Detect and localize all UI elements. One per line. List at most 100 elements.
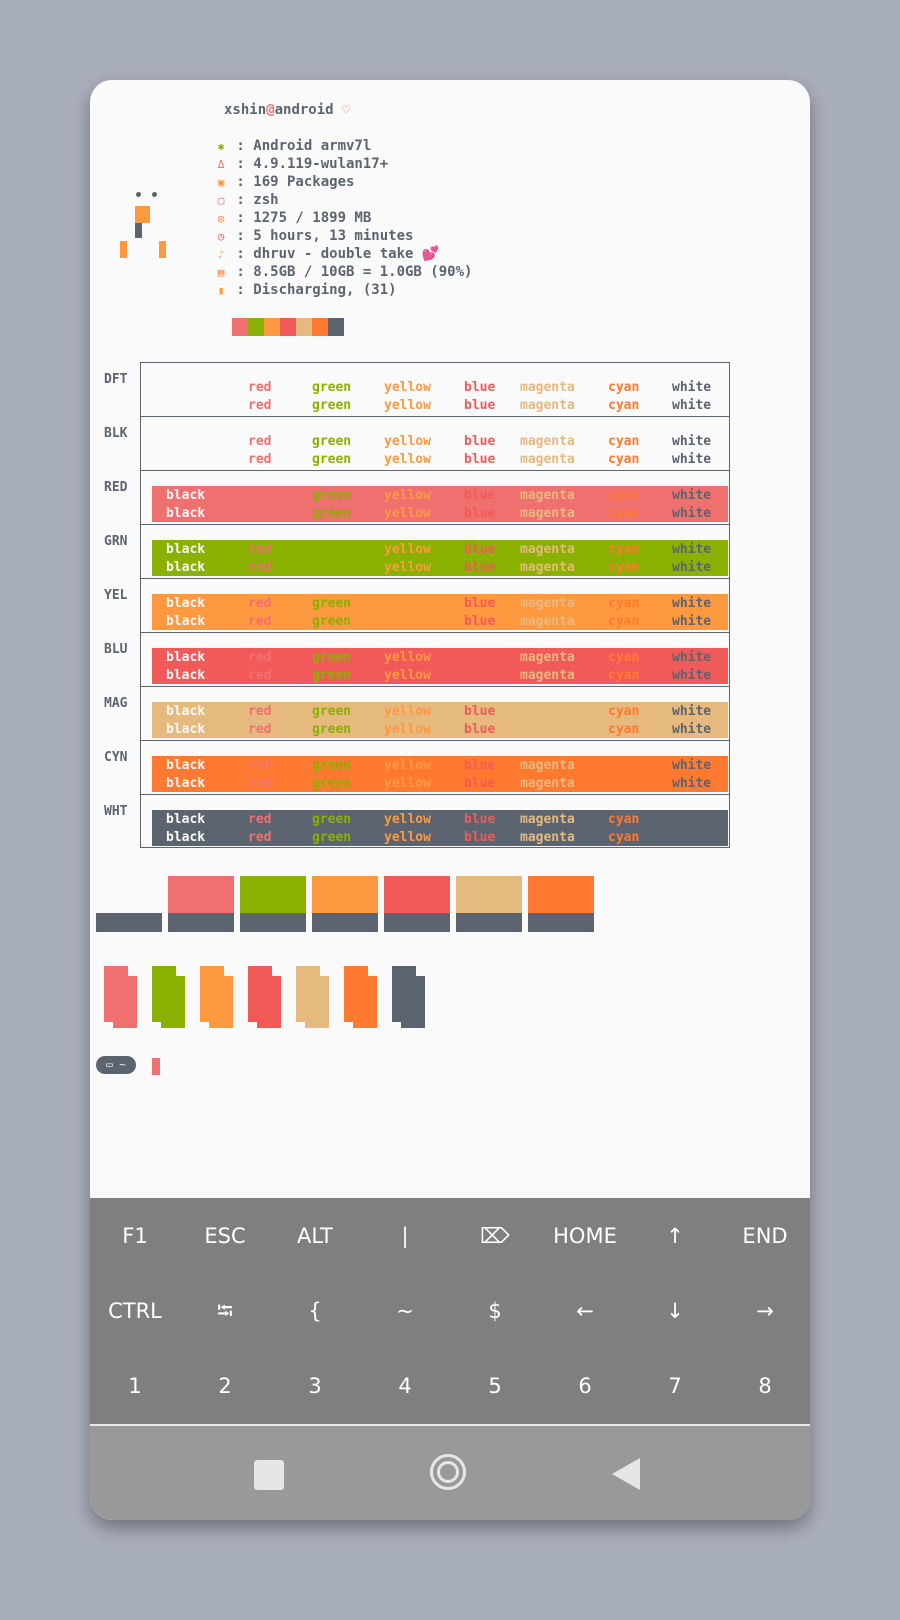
eye-right	[152, 192, 157, 197]
key-row1-4[interactable]: ⌦	[450, 1224, 540, 1248]
key-row3-7[interactable]: 8	[720, 1374, 810, 1398]
key-row3-5[interactable]: 6	[540, 1374, 630, 1398]
info-text: : 4.9.119-wulan17+	[228, 156, 389, 172]
cell-green: green	[312, 722, 352, 737]
cell-black: black	[166, 506, 206, 521]
color-row-wht: WHT black red green yellow blue magenta cyan bla…	[90, 794, 810, 848]
key-row2-4[interactable]: $	[450, 1299, 540, 1323]
key-row2-3[interactable]: ~	[360, 1299, 450, 1323]
cell-magenta: magenta	[520, 542, 575, 557]
cell-blue: blue	[464, 596, 496, 611]
key-row1-1[interactable]: ESC	[180, 1224, 270, 1248]
info-text: : 1275 / 1899 MB	[228, 210, 372, 226]
block-bottom	[528, 913, 594, 932]
cell-yellow: yellow	[384, 560, 431, 575]
pillar-side	[392, 976, 401, 1022]
info-text: : Discharging, (31)	[228, 282, 397, 298]
cell-blue: blue	[464, 506, 496, 521]
cell-cyan: cyan	[608, 614, 640, 629]
back-button[interactable]	[612, 1458, 640, 1490]
key-row2-6[interactable]: ↓	[630, 1299, 720, 1323]
key-row3-3[interactable]: 4	[360, 1374, 450, 1398]
cell-blue: blue	[464, 830, 496, 845]
terminal-view[interactable]: xshin@android ♡ ✱ : Android armv7l Δ : 4.…	[90, 80, 810, 1198]
cell-yellow: yellow	[384, 650, 431, 665]
key-row2-1[interactable]: ⭾	[180, 1299, 270, 1323]
cell-blue: blue	[464, 776, 496, 791]
cell-red: red	[248, 758, 272, 773]
row-label: DFT	[104, 372, 128, 387]
key-row2-2[interactable]: {	[270, 1299, 360, 1323]
row-background	[152, 540, 728, 576]
cell-green: green	[312, 758, 352, 773]
row-label: YEL	[104, 588, 128, 603]
cell-cyan: cyan	[608, 812, 640, 827]
cell-cyan: cyan	[608, 596, 640, 611]
pillar-side	[104, 976, 113, 1022]
color-block	[456, 876, 522, 932]
key-row1-5[interactable]: HOME	[540, 1224, 630, 1248]
cell-white: white	[672, 776, 712, 791]
key-row1-7[interactable]: END	[720, 1224, 810, 1248]
cell-blue: blue	[464, 560, 496, 575]
cell-yellow: yellow	[384, 830, 431, 845]
cell-white: white	[672, 560, 712, 575]
block-top	[384, 876, 450, 913]
info-row: ♪ : dhruv - double take 💕	[214, 244, 440, 262]
cell-black: black	[166, 614, 206, 629]
cell-white: white	[672, 488, 712, 503]
info-text: : zsh	[228, 192, 279, 208]
cell-cyan: cyan	[608, 650, 640, 665]
color-row-blk: BLK red green yellow blue magenta cyan white red…	[90, 416, 810, 470]
cell-black: black	[166, 542, 206, 557]
key-row1-3[interactable]: |	[360, 1224, 450, 1248]
home-button[interactable]	[430, 1454, 466, 1490]
ascii-art-logo	[118, 192, 168, 262]
cell-red: red	[248, 398, 272, 413]
info-row: ✱ : Android armv7l	[214, 136, 372, 154]
key-row3-1[interactable]: 2	[180, 1374, 270, 1398]
key-row3-0[interactable]: 1	[90, 1374, 180, 1398]
pillar-top	[200, 966, 224, 976]
color-pillar	[104, 966, 138, 1030]
cell-magenta: magenta	[520, 452, 575, 467]
color-pillar	[200, 966, 234, 1030]
key-row2-5[interactable]: ←	[540, 1299, 630, 1323]
key-row3-2[interactable]: 3	[270, 1374, 360, 1398]
pillar-side	[248, 976, 257, 1022]
block-top	[528, 876, 594, 913]
cell-yellow: yellow	[384, 542, 431, 557]
key-row2-7[interactable]: →	[720, 1299, 810, 1323]
pillar-body	[161, 976, 185, 1028]
pillar-body	[113, 976, 137, 1028]
key-row3-4[interactable]: 5	[450, 1374, 540, 1398]
key-row1-0[interactable]: F1	[90, 1224, 180, 1248]
cell-cyan: cyan	[608, 452, 640, 467]
cell-yellow: yellow	[384, 704, 431, 719]
key-row1-6[interactable]: ↑	[630, 1224, 720, 1248]
row-label: WHT	[104, 804, 128, 819]
color-row-yel: YEL black red green blue magenta cyan white blac…	[90, 578, 810, 632]
cell-white: white	[672, 704, 712, 719]
pillar-top	[104, 966, 128, 976]
cell-blue: blue	[464, 452, 496, 467]
cell-white: white	[672, 668, 712, 683]
cell-green: green	[312, 380, 352, 395]
pillar-top	[392, 966, 416, 976]
cell-green: green	[312, 650, 352, 665]
row-label: GRN	[104, 534, 128, 549]
cell-red: red	[248, 812, 272, 827]
palette-swatch	[296, 318, 312, 336]
extra-keys-bar: F1 ESC ALT | ⌦ HOME ↑ END CTRL ⭾{~ $ ← ↓ → 1 2 3 4 5 6 7 8	[90, 1198, 810, 1424]
info-row: ▤ : 8.5GB / 10GB = 1.0GB (90%)	[214, 262, 473, 280]
cell-red: red	[248, 452, 272, 467]
pillar-top	[152, 966, 176, 976]
cell-red: red	[248, 614, 272, 629]
cell-red: red	[248, 434, 272, 449]
key-row3-6[interactable]: 7	[630, 1374, 720, 1398]
color-row-dft: DFT red green yellow blue magenta cyan white red…	[90, 362, 810, 416]
key-row2-0[interactable]: CTRL	[90, 1299, 180, 1323]
key-row1-2[interactable]: ALT	[270, 1224, 360, 1248]
recents-button[interactable]	[254, 1460, 284, 1490]
row-frame	[140, 416, 730, 470]
